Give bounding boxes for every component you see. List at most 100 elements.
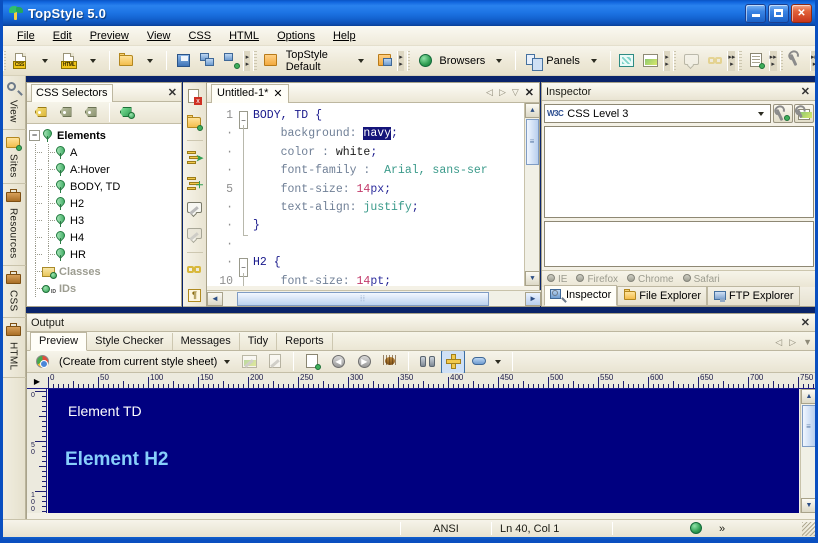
close-document-icon[interactable]: x <box>183 86 207 108</box>
next-tab-icon[interactable]: ▷ <box>499 87 506 98</box>
open-folder-icon[interactable] <box>114 49 138 73</box>
tree-node-h4[interactable]: H4 <box>29 228 181 246</box>
chevron-down-icon[interactable] <box>753 106 768 121</box>
menu-view[interactable]: View <box>138 28 180 44</box>
panels-icon[interactable] <box>520 49 544 73</box>
code-line[interactable]: font-size: 14pt; <box>253 273 539 286</box>
preview-canvas[interactable]: Element TD Element H2 <box>48 389 799 513</box>
new-html-icon[interactable]: HTML <box>57 49 81 73</box>
toolbar-overflow-4[interactable]: ▸▸ ▸ <box>727 50 736 71</box>
preview-vertical-scrollbar[interactable]: ▲ ≡ ▼ <box>800 389 817 513</box>
toolbar-overflow-2[interactable]: ▸ ▸ <box>397 50 405 71</box>
tab-reports[interactable]: Reports <box>277 333 333 350</box>
open-dropdown[interactable] <box>138 49 162 73</box>
debug-bug-icon[interactable] <box>378 350 402 374</box>
menu-help[interactable]: Help <box>324 28 365 44</box>
browsers-label[interactable]: Browsers <box>437 55 487 67</box>
tree-node-ids[interactable]: ID IDs <box>29 280 181 297</box>
tab-file-explorer[interactable]: File Explorer <box>617 286 707 306</box>
sidebar-item-view[interactable]: View <box>0 76 26 130</box>
preview-source-label[interactable]: (Create from current style sheet) <box>56 356 220 368</box>
layout-grid-icon[interactable] <box>441 349 466 374</box>
code-line[interactable]: text-align: justify; <box>253 199 539 217</box>
maximize-button[interactable] <box>768 3 789 23</box>
new-css-dropdown[interactable] <box>33 49 57 73</box>
tree-node-h3[interactable]: H3 <box>29 211 181 229</box>
refresh-icon[interactable] <box>300 350 324 374</box>
new-html-dropdown[interactable] <box>81 49 105 73</box>
scroll-right-icon[interactable]: ► <box>525 291 541 306</box>
next-tab-icon[interactable]: ▷ <box>789 337 796 348</box>
edit-source-icon[interactable] <box>263 350 287 374</box>
close-editor-icon[interactable]: ✕ <box>525 86 534 99</box>
view-mode-icon[interactable] <box>467 350 491 374</box>
panels-label[interactable]: Panels <box>544 55 582 67</box>
tab-untitled-1[interactable]: Untitled-1* ✕ <box>211 83 289 104</box>
css-profile-combo[interactable]: W3C CSS Level 3 <box>544 104 771 123</box>
code-line[interactable]: color : white; <box>253 144 539 162</box>
status-more-icon[interactable]: » <box>711 521 733 537</box>
scroll-up-icon[interactable]: ▲ <box>801 389 817 404</box>
pi-format-icon[interactable]: ¶ <box>183 284 207 306</box>
preview-source-dropdown[interactable] <box>222 359 235 364</box>
ruler-origin-icon[interactable]: ▶ <box>27 373 47 388</box>
code-line[interactable]: font-family : Arial, sans-ser <box>253 162 539 180</box>
close-icon[interactable]: ✕ <box>168 86 177 99</box>
insert-rule-icon[interactable]: ➤ <box>183 146 207 168</box>
scroll-down-icon[interactable]: ▼ <box>801 498 817 513</box>
toolbar-grip-4[interactable] <box>673 50 677 71</box>
hscroll-track[interactable]: ⦙⦙ <box>223 291 525 306</box>
close-icon[interactable]: ✕ <box>799 316 812 329</box>
delete-selector-icon[interactable] <box>80 101 104 125</box>
preview-vscroll-thumb[interactable]: ≡ <box>802 405 816 447</box>
fullscreen-icon[interactable] <box>615 49 639 73</box>
new-selector-icon[interactable] <box>30 101 54 125</box>
toolbar-grip-5[interactable] <box>738 50 742 71</box>
code-line[interactable]: H2 { <box>253 254 539 272</box>
menu-preview[interactable]: Preview <box>81 28 138 44</box>
style-preset-label[interactable]: TopStyle Default <box>284 49 349 73</box>
sidebar-item-resources[interactable]: Resources <box>0 184 26 266</box>
code-line[interactable]: } <box>253 217 539 235</box>
tab-preview[interactable]: Preview <box>30 332 88 351</box>
selectors-tree[interactable]: − Elements A A:Hover BODY, TD H2 H3 H4 H… <box>27 124 181 306</box>
view-mode-dropdown[interactable] <box>493 359 506 364</box>
comment-icon[interactable] <box>183 198 207 220</box>
fold-marker[interactable]: − <box>237 254 253 277</box>
prev-tab-icon[interactable]: ◁ <box>775 337 782 348</box>
window-resize-handle[interactable] <box>802 521 816 536</box>
tab-messages[interactable]: Messages <box>173 333 240 350</box>
tab-list-icon[interactable]: ▽ <box>512 87 519 98</box>
new-css-icon[interactable]: CSS <box>9 49 33 73</box>
save-web-icon[interactable] <box>219 49 243 73</box>
code-content[interactable]: BODY, TD { background: navy; color : whi… <box>253 103 539 286</box>
back-icon[interactable]: ◀ <box>326 350 350 374</box>
toolbar-grip-6[interactable] <box>779 50 783 71</box>
save-icon[interactable] <box>171 49 195 73</box>
link-icon[interactable] <box>183 259 207 281</box>
tab-inspector[interactable]: Inspector <box>544 285 618 306</box>
toolbar-overflow-6[interactable]: ▸▸ ▸ <box>809 50 818 71</box>
duplicate-selector-icon[interactable] <box>55 101 79 125</box>
save-all-icon[interactable] <box>195 49 219 73</box>
inspect-binoculars-icon[interactable] <box>415 350 439 374</box>
inspect-preview-icon[interactable] <box>794 104 814 123</box>
scroll-down-icon[interactable]: ▼ <box>525 271 539 286</box>
code-line[interactable] <box>253 236 539 254</box>
toolbar-overflow-1[interactable]: ▸ ▸ <box>243 50 251 71</box>
close-icon[interactable]: ✕ <box>273 87 282 100</box>
tree-node-classes[interactable]: Classes <box>29 263 181 280</box>
edit-selector-icon[interactable] <box>183 224 207 246</box>
style-checker-icon[interactable] <box>745 49 769 73</box>
tree-node-body-td[interactable]: BODY, TD <box>29 177 181 195</box>
menu-edit[interactable]: Edit <box>44 28 81 44</box>
selector-options-icon[interactable] <box>115 101 139 125</box>
prev-tab-icon[interactable]: ◁ <box>486 87 493 98</box>
tree-node-a[interactable]: A <box>29 143 181 161</box>
edit-note-icon[interactable] <box>679 49 703 73</box>
sidebar-item-css[interactable]: CSS <box>0 266 26 319</box>
scroll-left-icon[interactable]: ◄ <box>207 291 223 306</box>
sidebar-item-html[interactable]: HTML <box>0 318 26 378</box>
code-line[interactable]: font-size: 14px; <box>253 181 539 199</box>
forward-icon[interactable]: ▶ <box>352 350 376 374</box>
